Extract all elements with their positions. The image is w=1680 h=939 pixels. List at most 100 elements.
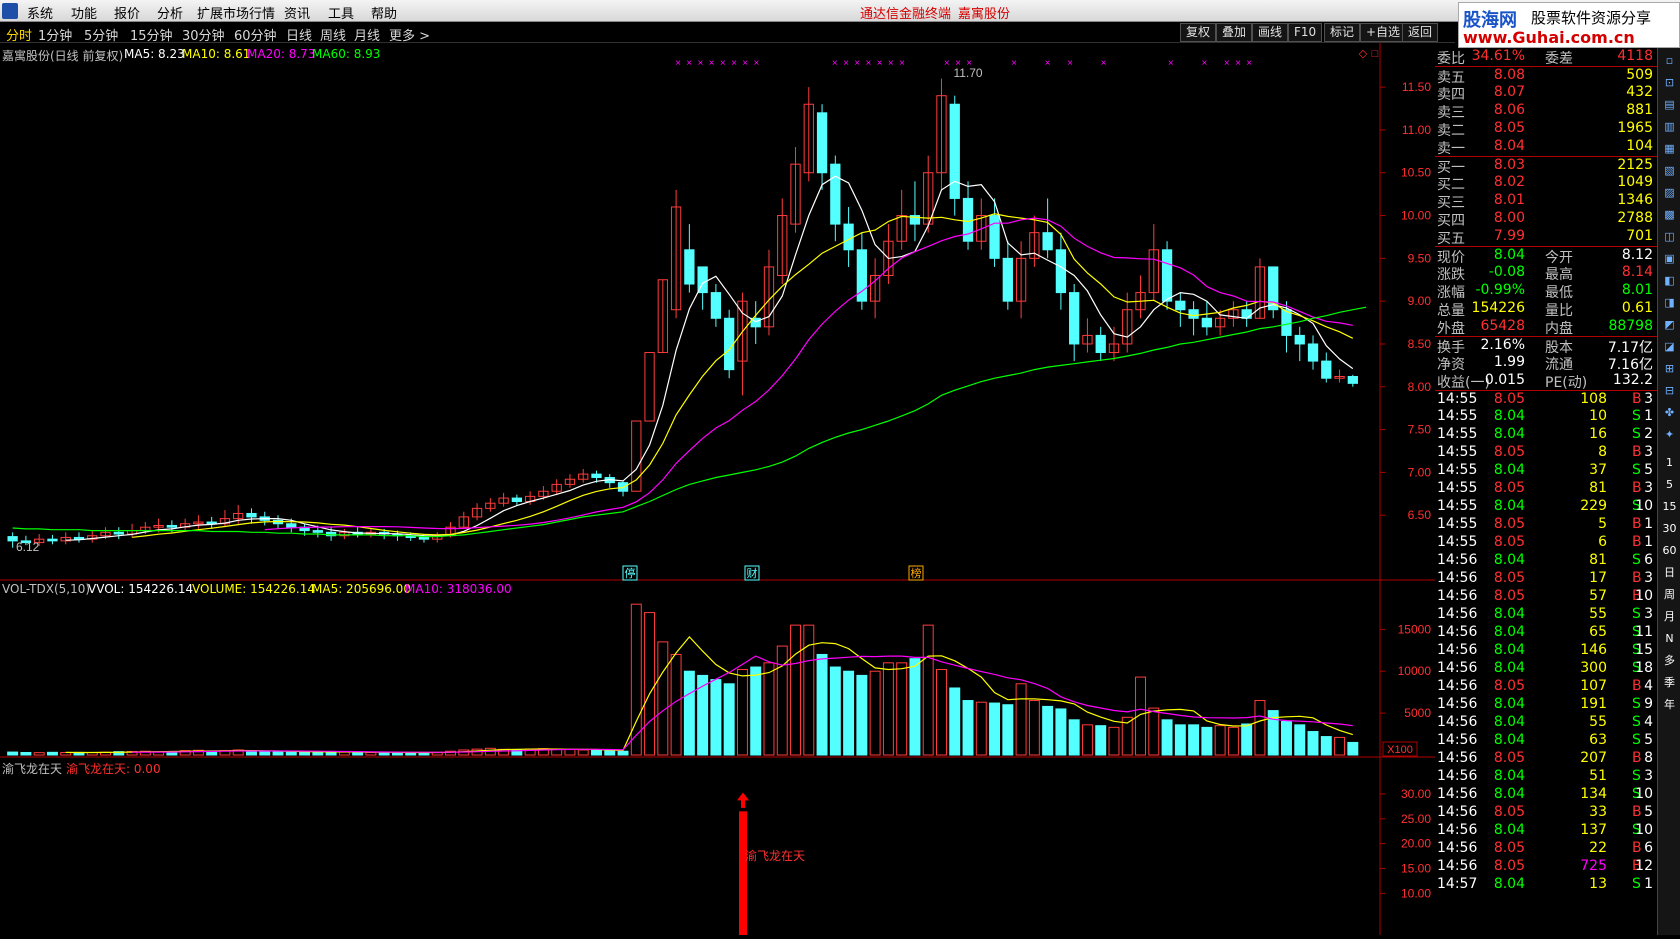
suspend-marker: × (675, 58, 681, 69)
toolbar-tool-icon[interactable]: ▨ (1660, 184, 1679, 201)
toolbar-tool-icon[interactable]: ▫ (1660, 52, 1679, 69)
back-button[interactable]: 返回 (1402, 23, 1439, 42)
tick-time: 14:56 (1437, 696, 1478, 712)
toolbar-tool-icon[interactable]: ◪ (1660, 338, 1679, 355)
mark-button[interactable]: 标记 (1324, 23, 1361, 42)
period-tab-monthly[interactable]: 月线 (354, 25, 380, 44)
candle-down (1042, 232, 1053, 251)
kline-chart[interactable]: 11.50 11.00 10.50 10.00 9.50 9.00 8.50 8.00 7.50… (0, 43, 1435, 935)
toolbar-period-1[interactable]: 5 (1660, 476, 1679, 493)
candle-down (1095, 334, 1106, 354)
toolbar-period-4[interactable]: 60 (1660, 542, 1679, 559)
chart-area[interactable]: 11.50 11.00 10.50 10.00 9.50 9.00 8.50 8.00 7.50… (0, 43, 1435, 939)
ask-label: 卖一 (1437, 141, 1465, 157)
toolbar-tool-icon[interactable]: ◧ (1660, 272, 1679, 289)
menu-function[interactable]: 功能 (71, 3, 97, 22)
toolbar-tool-icon[interactable]: ◨ (1660, 294, 1679, 311)
period-tab-15min[interactable]: 15分钟 (130, 25, 173, 44)
fuquan-button[interactable]: 复权 (1180, 23, 1217, 42)
toolbar-period-6[interactable]: 周 (1660, 586, 1679, 603)
stat2-row: 换手 2.16% 股本 7.17亿 (1435, 336, 1657, 356)
toolbar-tool-icon[interactable]: ▩ (1660, 206, 1679, 223)
tick-price: 8.04 (1493, 822, 1525, 838)
tick-count: 18 (1635, 660, 1653, 676)
toolbar-tool-icon[interactable]: ⊟ (1660, 382, 1679, 399)
tick-volume: 55 (1589, 714, 1607, 730)
draw-line-button[interactable]: 画线 (1252, 23, 1289, 42)
menu-news[interactable]: 资讯 (284, 3, 310, 22)
tick-direction: B (1632, 391, 1642, 407)
toolbar-tool-icon[interactable]: ⊞ (1660, 360, 1679, 377)
tick-time: 14:55 (1437, 444, 1478, 460)
toolbar-period-8[interactable]: N (1660, 630, 1679, 647)
vol-ma5-line (65, 635, 1353, 754)
toolbar-period-3[interactable]: 30 (1660, 520, 1679, 537)
toolbar-tool-icon[interactable]: ⊡ (1660, 74, 1679, 91)
toolbar-period-0[interactable]: 1 (1660, 454, 1679, 471)
toolbar-period-2[interactable]: 15 (1660, 498, 1679, 515)
toolbar-tool-icon[interactable]: ▣ (1660, 250, 1679, 267)
period-tab-1min[interactable]: 1分钟 (38, 25, 72, 44)
tick-row: 14:56 8.04 146 S 15 (1435, 642, 1657, 660)
toolbar-tool-icon[interactable]: ◩ (1660, 316, 1679, 333)
toolbar-period-5[interactable]: 日 (1660, 564, 1679, 581)
menu-quote[interactable]: 报价 (114, 3, 140, 22)
period-tab-60min[interactable]: 60分钟 (234, 25, 277, 44)
tick-row: 14:56 8.04 191 S 9 (1435, 696, 1657, 714)
tick-count: 3 (1644, 480, 1653, 496)
volume-bar (1294, 724, 1306, 756)
period-tab-30min[interactable]: 30分钟 (182, 25, 225, 44)
tick-volume: 107 (1580, 678, 1607, 694)
period-tab-more[interactable]: 更多 > (389, 25, 430, 44)
tick-time: 14:56 (1437, 768, 1478, 784)
volume-bar (46, 751, 58, 756)
volume-bar (710, 679, 722, 756)
tick-direction: S (1632, 732, 1641, 748)
toolbar-period-9[interactable]: 多 (1660, 652, 1679, 669)
period-tab-5min[interactable]: 5分钟 (84, 25, 118, 44)
toolbar-tool-icon[interactable]: ▦ (1660, 140, 1679, 157)
volume-bar (1002, 704, 1014, 756)
tick-volume: 134 (1580, 786, 1607, 802)
tick-count: 6 (1644, 840, 1653, 856)
tick-price: 8.05 (1493, 534, 1525, 550)
toolbar-tool-icon[interactable]: ◫ (1660, 228, 1679, 245)
y-tick-label: 11.50 (1402, 80, 1431, 94)
period-tab-intraday[interactable]: 分时 (6, 25, 32, 44)
add-watchlist-button[interactable]: +自选 (1360, 23, 1407, 42)
tick-volume: 81 (1589, 552, 1607, 568)
ask-row: 卖二 8.05 1965 (1435, 120, 1657, 139)
toolbar-period-11[interactable]: 年 (1660, 696, 1679, 713)
tick-count: 15 (1635, 642, 1653, 658)
toolbar-tool-icon[interactable]: ✤ (1660, 404, 1679, 421)
toolbar-period-7[interactable]: 月 (1660, 608, 1679, 625)
tick-count: 6 (1644, 552, 1653, 568)
tick-volume: 191 (1580, 696, 1607, 712)
tick-price: 8.05 (1493, 858, 1525, 874)
tick-price: 8.04 (1493, 606, 1525, 622)
volume-bar (577, 749, 589, 756)
toolbar-tool-icon[interactable]: ✦ (1660, 426, 1679, 443)
overlay-button[interactable]: 叠加 (1216, 23, 1253, 42)
candle-down (1241, 309, 1252, 319)
period-tab-weekly[interactable]: 周线 (320, 25, 346, 44)
menu-ext-market[interactable]: 扩展市场行情 (197, 3, 275, 22)
menu-tools[interactable]: 工具 (328, 3, 354, 22)
tick-time: 14:56 (1437, 606, 1478, 622)
toolbar-tool-icon[interactable]: ▥ (1660, 118, 1679, 135)
tick-direction: B (1632, 750, 1642, 766)
volume-bar (829, 666, 841, 756)
stat-value: 0.015 (1484, 372, 1525, 388)
toolbar-tool-icon[interactable]: ▤ (1660, 96, 1679, 113)
stat-value: 8.14 (1621, 264, 1653, 280)
menu-analysis[interactable]: 分析 (157, 3, 183, 22)
toolbar-period-10[interactable]: 季 (1660, 674, 1679, 691)
period-tab-daily[interactable]: 日线 (286, 25, 312, 44)
f10-button[interactable]: F10 (1288, 23, 1323, 42)
candle-down (47, 538, 58, 542)
toolbar-tool-icon[interactable]: ▧ (1660, 162, 1679, 179)
menu-help[interactable]: 帮助 (371, 3, 397, 22)
y-tick-label: 10.50 (1401, 166, 1431, 180)
suspend-marker: × (888, 58, 894, 69)
menu-system[interactable]: 系统 (27, 3, 53, 22)
